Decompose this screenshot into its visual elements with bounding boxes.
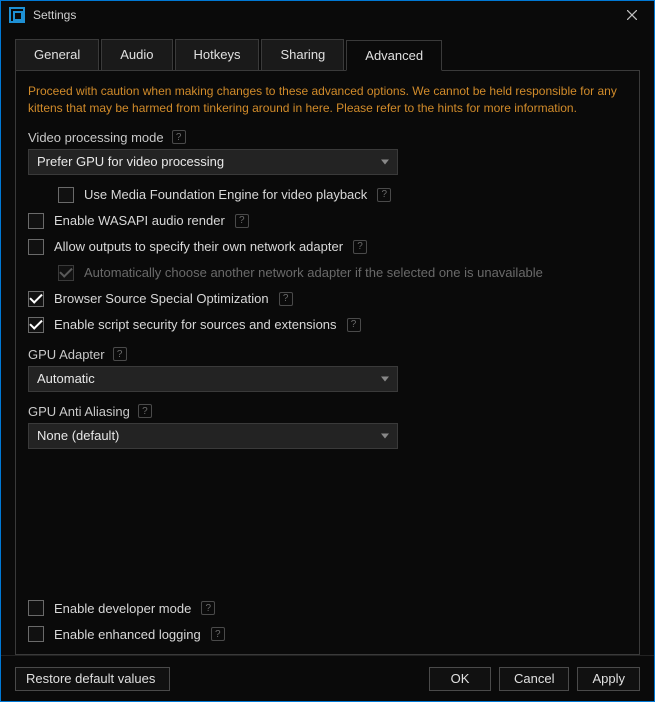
help-icon[interactable]: ? — [201, 601, 215, 615]
gpu-adapter-value: Automatic — [37, 371, 95, 386]
enh-log-label: Enable enhanced logging — [54, 627, 201, 642]
help-icon[interactable]: ? — [353, 240, 367, 254]
video-mode-label-text: Video processing mode — [28, 130, 164, 145]
dev-mode-checkbox[interactable] — [28, 600, 44, 616]
enh-log-row: Enable enhanced logging ? — [28, 626, 627, 642]
gpu-aa-select[interactable]: None (default) — [28, 423, 398, 449]
wasapi-row: Enable WASAPI audio render ? — [28, 213, 627, 229]
script-sec-row: Enable script security for sources and e… — [28, 317, 627, 333]
tab-sharing[interactable]: Sharing — [261, 39, 344, 70]
auto-adapter-label: Automatically choose another network ada… — [84, 265, 543, 280]
help-icon[interactable]: ? — [138, 404, 152, 418]
tab-bar: General Audio Hotkeys Sharing Advanced — [15, 39, 640, 71]
wasapi-checkbox[interactable] — [28, 213, 44, 229]
gpu-adapter-label: GPU Adapter ? — [28, 347, 627, 362]
dev-mode-row: Enable developer mode ? — [28, 600, 627, 616]
video-mode-label: Video processing mode ? — [28, 130, 627, 145]
allow-adapter-row: Allow outputs to specify their own netwo… — [28, 239, 627, 255]
dev-mode-label: Enable developer mode — [54, 601, 191, 616]
cancel-button[interactable]: Cancel — [499, 667, 569, 691]
help-icon[interactable]: ? — [172, 130, 186, 144]
restore-defaults-button[interactable]: Restore default values — [15, 667, 170, 691]
gpu-aa-label-text: GPU Anti Aliasing — [28, 404, 130, 419]
content-area: General Audio Hotkeys Sharing Advanced P… — [1, 29, 654, 655]
chevron-down-icon — [381, 159, 389, 164]
script-sec-checkbox[interactable] — [28, 317, 44, 333]
help-icon[interactable]: ? — [347, 318, 361, 332]
tab-advanced[interactable]: Advanced — [346, 40, 442, 71]
help-icon[interactable]: ? — [377, 188, 391, 202]
footer: Restore default values OK Cancel Apply — [1, 655, 654, 701]
bottom-options: Enable developer mode ? Enable enhanced … — [28, 600, 627, 646]
chevron-down-icon — [381, 433, 389, 438]
apply-button[interactable]: Apply — [577, 667, 640, 691]
video-mode-select[interactable]: Prefer GPU for video processing — [28, 149, 398, 175]
warning-text: Proceed with caution when making changes… — [28, 83, 627, 118]
help-icon[interactable]: ? — [211, 627, 225, 641]
browser-opt-checkbox[interactable] — [28, 291, 44, 307]
settings-window: Settings General Audio Hotkeys Sharing A… — [0, 0, 655, 702]
script-sec-label: Enable script security for sources and e… — [54, 317, 337, 332]
advanced-panel: Proceed with caution when making changes… — [15, 70, 640, 655]
browser-opt-row: Browser Source Special Optimization ? — [28, 291, 627, 307]
use-mf-row: Use Media Foundation Engine for video pl… — [58, 187, 627, 203]
help-icon[interactable]: ? — [113, 347, 127, 361]
help-icon[interactable]: ? — [235, 214, 249, 228]
chevron-down-icon — [381, 376, 389, 381]
tab-general[interactable]: General — [15, 39, 99, 70]
gpu-aa-label: GPU Anti Aliasing ? — [28, 404, 627, 419]
enh-log-checkbox[interactable] — [28, 626, 44, 642]
video-mode-value: Prefer GPU for video processing — [37, 154, 224, 169]
gpu-adapter-label-text: GPU Adapter — [28, 347, 105, 362]
use-mf-label: Use Media Foundation Engine for video pl… — [84, 187, 367, 202]
auto-adapter-row: Automatically choose another network ada… — [58, 265, 627, 281]
titlebar: Settings — [1, 1, 654, 29]
gpu-adapter-select[interactable]: Automatic — [28, 366, 398, 392]
allow-adapter-label: Allow outputs to specify their own netwo… — [54, 239, 343, 254]
ok-button[interactable]: OK — [429, 667, 491, 691]
app-icon — [9, 7, 25, 23]
window-title: Settings — [33, 8, 76, 22]
tab-hotkeys[interactable]: Hotkeys — [175, 39, 260, 70]
allow-adapter-checkbox[interactable] — [28, 239, 44, 255]
close-icon — [627, 10, 637, 20]
use-mf-checkbox[interactable] — [58, 187, 74, 203]
close-button[interactable] — [618, 1, 646, 29]
help-icon[interactable]: ? — [279, 292, 293, 306]
browser-opt-label: Browser Source Special Optimization — [54, 291, 269, 306]
wasapi-label: Enable WASAPI audio render — [54, 213, 225, 228]
tab-audio[interactable]: Audio — [101, 39, 172, 70]
auto-adapter-checkbox — [58, 265, 74, 281]
gpu-aa-value: None (default) — [37, 428, 119, 443]
